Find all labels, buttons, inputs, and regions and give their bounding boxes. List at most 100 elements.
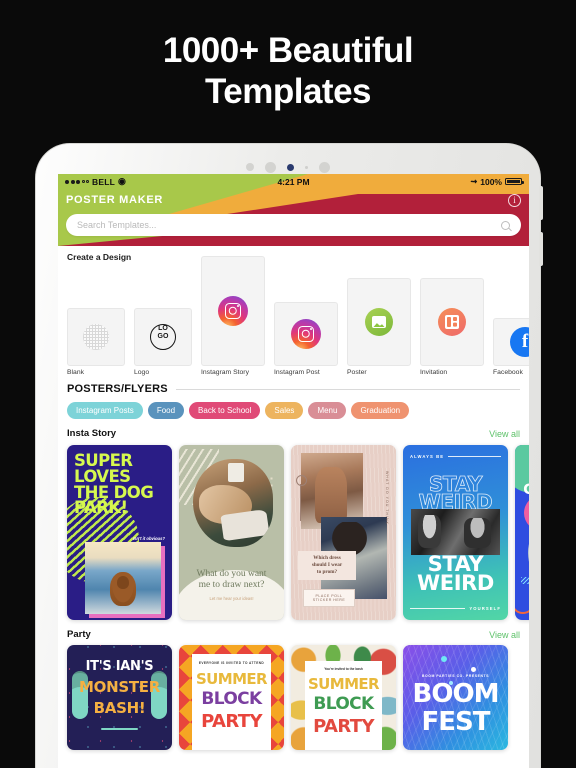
template-card-stay-weird[interactable]: ALWAYS BE STAY WEIRD STAY WEIRD YOURSELF <box>403 445 508 620</box>
info-icon[interactable]: i <box>508 193 521 207</box>
category-chip-row: Instagram Posts Food Back to School Sale… <box>58 395 529 419</box>
chip-food[interactable]: Food <box>147 402 185 419</box>
lamp-icon <box>296 475 307 521</box>
chip-menu[interactable]: Menu <box>308 402 347 419</box>
design-card[interactable] <box>274 302 338 366</box>
tablet-screen: BELL ◉ 4:21 PM ⇝ 100% POSTER MAKER i Sea <box>58 174 529 768</box>
design-card[interactable] <box>201 256 265 366</box>
party-view-all-link[interactable]: View all <box>489 630 520 640</box>
template-subtext: Let me hear your ideas! <box>209 596 254 601</box>
camera-aperture-icon <box>287 163 294 171</box>
chevron-up-icon: ▲ <box>515 602 529 608</box>
template-card-dog-park[interactable]: SUPER LOVES THE DOG PARK! Isn't it obvious? <box>67 445 172 620</box>
volume-down-button[interactable] <box>539 232 543 266</box>
template-card-prom-dress[interactable]: WHAT DO YOU THINK Which dress should I we… <box>291 445 396 620</box>
tablet-device-frame: BELL ◉ 4:21 PM ⇝ 100% POSTER MAKER i Sea <box>36 144 543 768</box>
volume-up-button[interactable] <box>539 186 543 220</box>
design-item-label: Instagram Story <box>201 369 249 376</box>
template-headline: SUPER LOVES THE DOG PARK! <box>74 451 154 518</box>
page-title: 1000+ Beautiful Templates <box>0 30 576 113</box>
design-item-label: Instagram Post <box>274 369 320 376</box>
eyebrow-label: BOOM PARTIES CO. PRESENTS <box>421 674 490 678</box>
design-card[interactable] <box>67 308 125 366</box>
hero-line-1: 1000+ Beautiful <box>162 31 414 70</box>
template-card-boom-fest[interactable]: BOOM PARTIES CO. PRESENTS BOOM FEST <box>403 645 508 750</box>
template-card-draw-next[interactable]: What do you want me to draw next? Let me … <box>179 445 284 620</box>
instagram-icon <box>291 319 321 349</box>
outline-headline: STAY WEIRD <box>418 472 493 515</box>
posters-flyers-title: POSTERS/FLYERS <box>67 383 168 395</box>
design-item-facebook[interactable]: f Facebook <box>493 318 529 376</box>
search-placeholder: Search Templates... <box>77 220 157 230</box>
template-headline: STAY WEIRD <box>417 552 494 595</box>
app-brand-row: POSTER MAKER i <box>58 190 529 210</box>
design-card[interactable] <box>420 278 484 366</box>
party-title: Party <box>67 629 91 640</box>
design-item-logo[interactable]: LO GO Logo <box>134 308 192 376</box>
zigzag-icon <box>521 577 529 584</box>
invitation-layout-icon <box>438 308 466 336</box>
checkerboard-icon <box>83 324 109 350</box>
design-card[interactable]: f <box>493 318 529 366</box>
battery-percent-label: 100% <box>480 176 502 187</box>
headline-line-1: SUMMER <box>307 675 380 693</box>
create-a-design-label: Create a Design <box>67 252 132 262</box>
beach-photo <box>85 542 161 614</box>
app-brand-title: POSTER MAKER <box>66 194 164 206</box>
instagram-icon <box>218 296 248 326</box>
logo-circle-icon: LO GO <box>150 324 176 350</box>
headline-line-1: IT'S IAN'S <box>85 659 154 674</box>
design-item-instagram-story[interactable]: Instagram Story <box>201 256 265 376</box>
coffee-cup-icon <box>228 463 245 483</box>
design-item-label: Invitation <box>420 369 448 376</box>
insta-story-title: Insta Story <box>67 428 117 439</box>
template-card-summer-block-1[interactable]: EVERYONE IS INVITED TO ATTEND SUMMER BLO… <box>179 645 284 750</box>
create-a-design-row: Blank LO GO Logo Instagram Story Instagr… <box>58 256 529 376</box>
badge-text: SQUEEZE IN30 MINUTESOF CARDIODAILY! <box>524 495 529 531</box>
design-item-label: Logo <box>134 369 150 376</box>
section-divider <box>175 388 520 390</box>
footer-label: YOURSELF <box>469 606 501 611</box>
status-bar: BELL ◉ 4:21 PM ⇝ 100% <box>58 174 529 189</box>
status-bar-right: ⇝ 100% <box>470 176 524 187</box>
hands-drawing-photo <box>193 459 273 547</box>
template-card-challenge[interactable]: THIS WEEK'SCHALLENGE SQUEEZE IN30 MINUTE… <box>515 445 529 620</box>
bluetooth-icon: ⇝ <box>470 177 478 186</box>
party-card-row: IT'S IAN'S MONSTER BASH! EVERYONE IS INV… <box>58 640 529 750</box>
dog-shape-icon <box>110 572 136 607</box>
design-item-invitation[interactable]: Invitation <box>420 278 484 376</box>
battery-icon <box>505 178 524 185</box>
app-header: BELL ◉ 4:21 PM ⇝ 100% POSTER MAKER i Sea <box>58 174 529 246</box>
design-item-blank[interactable]: Blank <box>67 308 125 376</box>
search-input[interactable]: Search Templates... <box>66 214 521 236</box>
chip-back-to-school[interactable]: Back to School <box>189 402 261 419</box>
chip-instagram-posts[interactable]: Instagram Posts <box>67 402 143 419</box>
insta-story-card-row: SUPER LOVES THE DOG PARK! Isn't it obvious?… <box>58 439 529 620</box>
white-panel: You're invited to the bash SUMMER BLOCK … <box>305 661 382 750</box>
divider-line <box>101 727 138 730</box>
search-icon[interactable] <box>501 220 510 230</box>
chip-graduation[interactable]: Graduation <box>351 402 410 419</box>
vertical-caption: WHAT DO YOU THINK <box>385 471 389 526</box>
top-eyebrow: ALWAYS BE <box>410 454 501 459</box>
template-card-monster-bash[interactable]: IT'S IAN'S MONSTER BASH! <box>67 645 172 750</box>
design-item-poster[interactable]: Poster <box>347 278 411 376</box>
design-item-instagram-post[interactable]: Instagram Post <box>274 302 338 376</box>
design-card[interactable] <box>347 278 411 366</box>
camera-lens-icon <box>265 161 276 173</box>
headline-line-2: BLOCK <box>201 689 262 709</box>
chip-sales[interactable]: Sales <box>265 402 304 419</box>
headline-line-3: BASH! <box>93 699 146 717</box>
bubble-icon <box>471 667 476 672</box>
headline-line-2: BLOCK <box>313 694 374 714</box>
white-panel: EVERYONE IS INVITED TO ATTEND SUMMER BLO… <box>192 654 271 750</box>
design-card[interactable]: LO GO <box>134 308 192 366</box>
screenshot-stage: 1000+ Beautiful Templates BELL ◉ 4:21 PM… <box>0 0 576 768</box>
bottom-eyebrow: YOURSELF <box>410 606 501 611</box>
template-card-summer-block-2[interactable]: You're invited to the bash SUMMER BLOCK … <box>291 645 396 750</box>
status-bar-time: 4:21 PM <box>277 176 310 187</box>
insta-story-view-all-link[interactable]: View all <box>489 429 520 439</box>
design-item-label: Blank <box>67 369 85 376</box>
bw-photo <box>411 509 500 555</box>
eyebrow-label: You're invited to the bash <box>324 667 363 671</box>
